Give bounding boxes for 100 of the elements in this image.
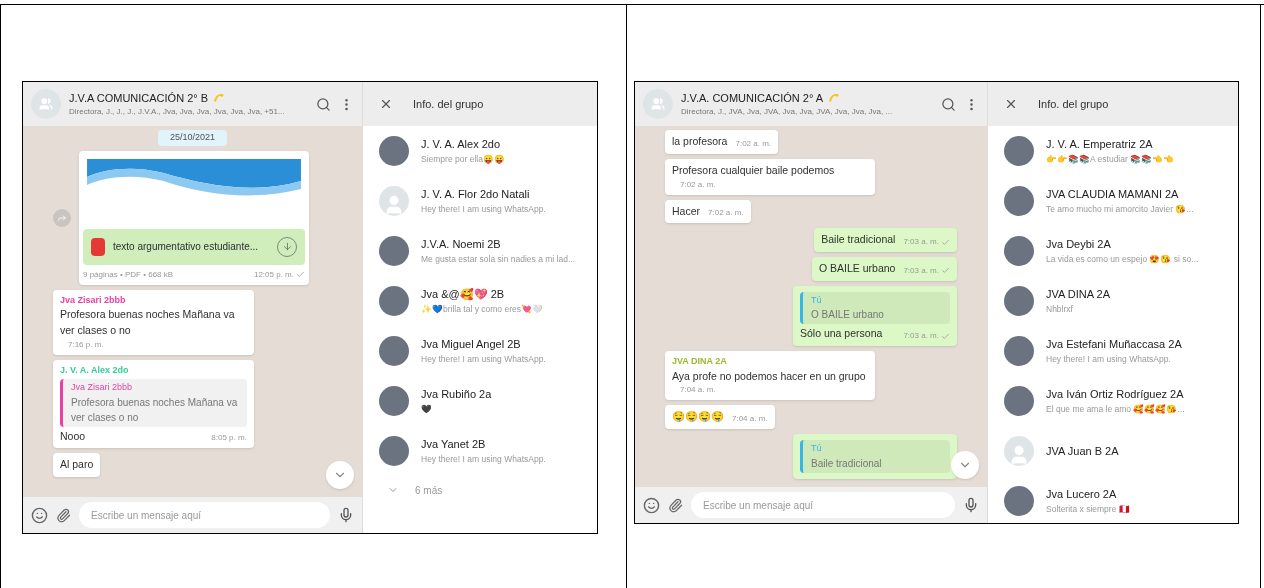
member-item[interactable]: Jva Yanet 2B Hey there! I am using WhatsApp. bbox=[363, 426, 597, 476]
member-name: Jva Yanet 2B bbox=[421, 437, 487, 453]
participants-list: Directora, J., JVA, Jva, JVA, Jva, Jva, JVA, Jva, Jva, Jva, ... bbox=[681, 106, 933, 119]
member-item[interactable]: Jva Deybi 2A La vida es como un espejo 😍😘 si so... bbox=[988, 226, 1238, 276]
message-time: 7:02 a. m. bbox=[735, 137, 772, 150]
member-name: J. V. A. Emperatriz 2A bbox=[1046, 137, 1154, 153]
message-time: 7:16 p. m. bbox=[68, 338, 104, 351]
attach-icon[interactable] bbox=[56, 507, 71, 523]
member-name: J. V. A. Flor 2do Natali bbox=[421, 187, 531, 203]
member-status: ✨💙brilla tal y como eres💘🤍 bbox=[421, 302, 543, 316]
photo-placeholder bbox=[379, 436, 409, 466]
member-status: 🖤 bbox=[421, 402, 433, 416]
file-name: texto argumentativo estudiante... bbox=[113, 240, 260, 254]
quoted-sender: Jva Zisari 2bbb bbox=[71, 381, 134, 394]
panel-title: Info. del grupo bbox=[413, 96, 484, 112]
close-icon[interactable] bbox=[1004, 97, 1018, 111]
photo-placeholder bbox=[1004, 486, 1034, 516]
member-item[interactable]: Jva Lucero 2A Solterita x siempre 🇵🇪 bbox=[988, 476, 1238, 523]
message-time: 7:03 a. m. bbox=[903, 264, 939, 277]
emoji-icon[interactable] bbox=[31, 506, 48, 524]
member-status: Siempre por ella😛😛 bbox=[421, 152, 505, 166]
photo-placeholder bbox=[379, 236, 409, 266]
chat-title: J.V.A. COMUNICACIÓN 2° A bbox=[681, 90, 824, 106]
microphone-icon[interactable] bbox=[963, 497, 979, 513]
ribbon-icon bbox=[212, 92, 227, 104]
check-icon bbox=[941, 331, 950, 341]
member-status: El que me ama le amo 🥰🥰🥰😘... bbox=[1046, 402, 1185, 416]
member-name: Jva Iván Ortiz Rodríguez 2A bbox=[1046, 387, 1185, 403]
member-item[interactable]: Jva Rubiño 2a 🖤 bbox=[363, 376, 597, 426]
document-bubble[interactable]: texto argumentativo estudiante... 9 páginas • PDF • 668 kB 12:05 p. m. bbox=[79, 150, 309, 285]
download-icon bbox=[281, 241, 293, 252]
member-status: 👉👉📚📚A estudiar 📚📚👈👈 bbox=[1046, 152, 1175, 166]
message-time: 12:05 p. m. bbox=[253, 268, 294, 281]
microphone-icon[interactable] bbox=[338, 507, 354, 523]
sender-name: Jva Zisari 2bbb bbox=[60, 293, 127, 307]
quoted-sender: Tú bbox=[811, 293, 823, 307]
quoted-text: Baile tradicional bbox=[811, 456, 883, 471]
group-avatar bbox=[31, 89, 61, 119]
photo-placeholder bbox=[1004, 136, 1034, 166]
message-input[interactable]: Escribe un mensaje aquí bbox=[691, 492, 955, 518]
member-item[interactable]: JVA CLAUDIA MAMANI 2A Te amo mucho mi amorcito Javier 😘... bbox=[988, 176, 1238, 226]
member-status: La vida es como un espejo 😍😘 si so... bbox=[1046, 252, 1199, 266]
member-item[interactable]: J.V.A. Noemi 2B Me gusta estar sola sin nadies a mi lad... bbox=[363, 226, 597, 276]
ribbon-icon bbox=[827, 92, 842, 104]
pdf-file-icon bbox=[91, 237, 105, 256]
member-name: Jva Lucero 2A bbox=[1046, 487, 1118, 503]
sender-name: J. V. A. Alex 2do bbox=[60, 363, 130, 377]
emoji-icon[interactable] bbox=[643, 496, 660, 514]
message-time: 7:03 a. m. bbox=[903, 330, 939, 342]
panel-title: Info. del grupo bbox=[1038, 96, 1109, 112]
file-meta: 9 páginas • PDF • 668 kB bbox=[83, 268, 174, 281]
group-avatar bbox=[643, 89, 673, 119]
photo-placeholder bbox=[1004, 386, 1034, 416]
member-name: Jva &@🥰💖 2B bbox=[421, 287, 506, 303]
search-icon[interactable] bbox=[941, 96, 956, 112]
member-status: Hey there! I am using WhatsApp. bbox=[421, 452, 546, 466]
member-item[interactable]: Jva &@🥰💖 2B ✨💙brilla tal y como eres💘🤍 bbox=[363, 276, 597, 326]
search-icon[interactable] bbox=[316, 96, 331, 112]
member-item[interactable]: Jva Miguel Angel 2B Hey there! I am using WhatsApp. bbox=[363, 326, 597, 376]
attach-icon[interactable] bbox=[668, 497, 683, 513]
photo-placeholder bbox=[379, 336, 409, 366]
sender-name: JVA DINA 2A bbox=[672, 355, 728, 368]
photo-placeholder bbox=[1004, 286, 1034, 316]
message-text: Profesora cualquier baile podemos bbox=[672, 162, 835, 178]
default-avatar bbox=[379, 186, 409, 216]
member-status: Te amo mucho mi amorcito Javier 😘... bbox=[1046, 202, 1194, 216]
message-time: 7:03 a. m. bbox=[903, 236, 939, 248]
message-text: Sólo una persona bbox=[800, 326, 883, 342]
message-time: 7:04 a. m. bbox=[732, 413, 768, 425]
member-status: Hey there! I am using WhatsApp. bbox=[1046, 352, 1172, 366]
member-item[interactable]: Jva Iván Ortiz Rodríguez 2A El que me ama le amo 🥰🥰🥰😘... bbox=[988, 376, 1238, 426]
member-item[interactable]: J. V. A. Flor 2do Natali Hey there! I am using WhatsApp. bbox=[363, 176, 597, 226]
message-text: O BAILE urbano bbox=[818, 261, 896, 276]
photo-placeholder bbox=[379, 386, 409, 416]
quoted-sender: Tú bbox=[811, 442, 823, 455]
message-input[interactable]: Escribe un mensaje aquí bbox=[79, 502, 330, 528]
message-text: Baile tradicional bbox=[821, 232, 896, 248]
message-text: Hacer bbox=[672, 203, 700, 219]
forward-icon bbox=[57, 212, 67, 223]
member-item[interactable]: J. V. A. Emperatriz 2A 👉👉📚📚A estudiar 📚📚👈👈 bbox=[988, 126, 1238, 176]
check-icon bbox=[941, 266, 950, 276]
check-icon bbox=[941, 237, 950, 247]
member-name: JVA Juan B 2A bbox=[1046, 443, 1119, 459]
quoted-text: Profesora buenas noches Mañana va ver clases o no bbox=[71, 395, 239, 425]
member-name: Jva Rubiño 2a bbox=[421, 387, 492, 403]
message-text: Al paro bbox=[60, 457, 94, 473]
member-item[interactable]: JVA DINA 2A Nhblrxf bbox=[988, 276, 1238, 326]
member-status: Nhblrxf bbox=[1046, 302, 1074, 316]
member-name: Jva Estefani Muñaccasa 2A bbox=[1046, 337, 1182, 353]
close-icon[interactable] bbox=[379, 97, 393, 111]
photo-placeholder bbox=[1004, 336, 1034, 366]
member-item[interactable]: J. V. A. Alex 2do Siempre por ella😛😛 bbox=[363, 126, 597, 176]
member-status: Me gusta estar sola sin nadies a mi lad... bbox=[421, 252, 576, 266]
message-time: 7:04 a. m. bbox=[680, 384, 716, 397]
message-time: 7:02 a. m. bbox=[708, 207, 744, 220]
member-status: Hey there! I am using WhatsApp. bbox=[421, 202, 546, 216]
member-item[interactable]: Jva Estefani Muñaccasa 2A Hey there! I am using WhatsApp. bbox=[988, 326, 1238, 376]
message-time: 7:02 a. m. bbox=[680, 178, 716, 191]
member-item[interactable]: JVA Juan B 2A bbox=[988, 426, 1238, 476]
photo-placeholder bbox=[379, 286, 409, 316]
